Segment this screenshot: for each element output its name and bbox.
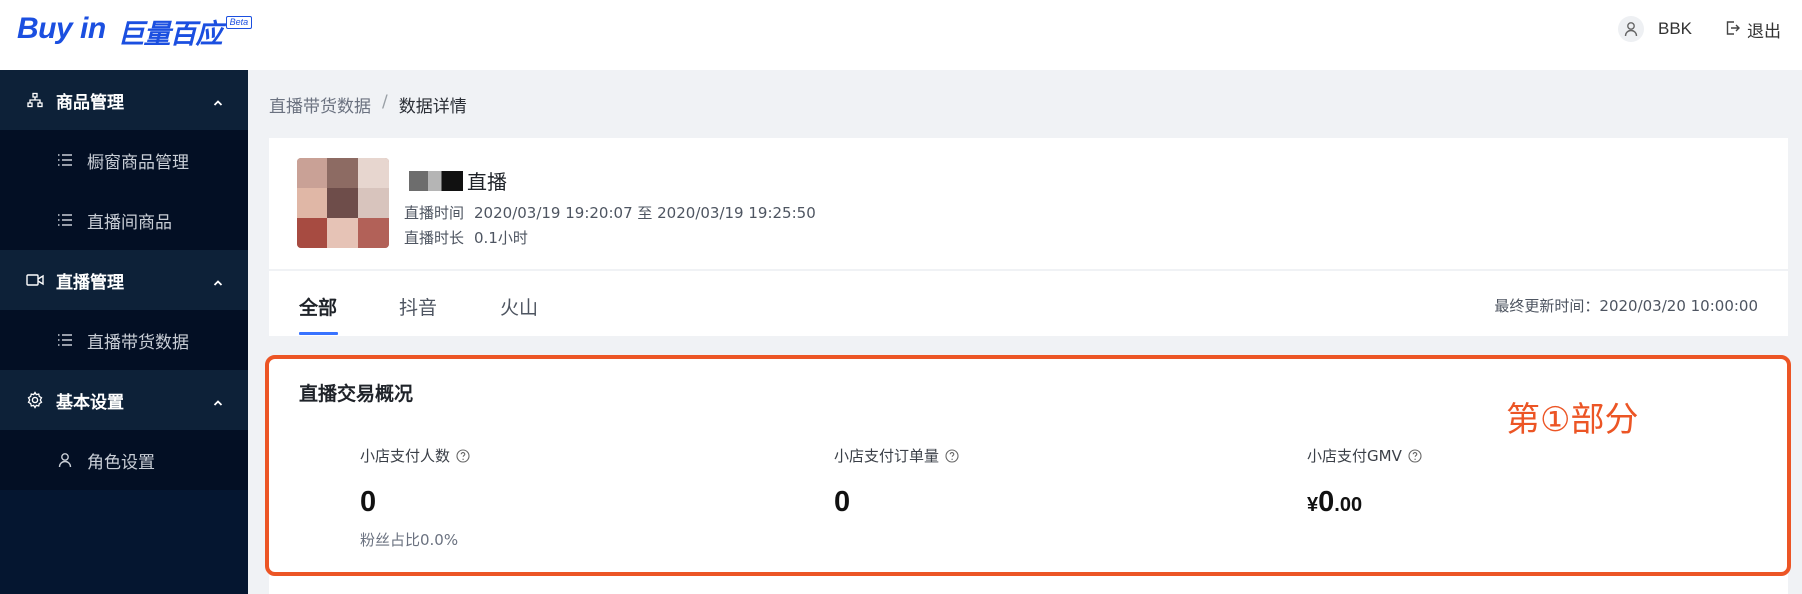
- live-time-row: 直播时间 2020/03/19 19:20:07 至 2020/03/19 19…: [404, 202, 816, 223]
- sidebar-item-live-products[interactable]: 直播间商品: [0, 190, 248, 250]
- brand-name-cn: 巨量百应: [117, 19, 223, 50]
- sidebar-item-role-settings[interactable]: 角色设置: [0, 430, 248, 490]
- sidebar: 商品管理 橱窗商品管理 直播间商品 直播管理 直播带货数据 基本设置 角色设置: [0, 70, 248, 594]
- metric-order-count: 小店支付订单量 0: [834, 445, 959, 519]
- live-time-value: 2020/03/19 19:20:07 至 2020/03/19 19:25:5…: [474, 204, 816, 222]
- metric-label-row: 小店支付人数: [360, 445, 470, 466]
- tab-douyin[interactable]: 抖音: [399, 293, 437, 320]
- top-bar: Buy in 巨量百应 Beta BBK 退出: [0, 0, 1802, 70]
- platform-tabs: 全部 抖音 火山 最终更新时间：2020/03/20 10:00:00: [269, 271, 1788, 336]
- metric-label-row: 小店支付GMV: [1307, 445, 1422, 466]
- currency-symbol: ¥: [1307, 494, 1319, 516]
- live-duration-value: 0.1小时: [474, 229, 528, 247]
- menu-group-live[interactable]: 直播管理: [0, 250, 248, 310]
- live-title-row: 直播: [409, 166, 507, 195]
- gmv-decimals: .00: [1334, 494, 1363, 516]
- tab-all[interactable]: 全部: [299, 293, 337, 320]
- help-icon[interactable]: [945, 448, 959, 463]
- sidebar-item-showcase-products[interactable]: 橱窗商品管理: [0, 130, 248, 190]
- metric-gmv: 小店支付GMV ¥0.00: [1307, 445, 1422, 519]
- gear-icon: [26, 391, 44, 409]
- metric-paying-users: 小店支付人数 0 粉丝占比0.0%: [360, 445, 470, 550]
- user-menu[interactable]: BBK: [1618, 16, 1692, 42]
- menu-group-label: 直播管理: [56, 272, 124, 293]
- sidebar-item-label: 角色设置: [87, 452, 155, 473]
- metric-label: 小店支付人数: [360, 447, 451, 465]
- metric-label: 小店支付GMV: [1307, 447, 1402, 465]
- menu-group-label: 商品管理: [56, 92, 124, 113]
- logout-label: 退出: [1747, 21, 1781, 42]
- username: BBK: [1658, 19, 1693, 38]
- help-icon[interactable]: [456, 448, 470, 463]
- breadcrumb-parent-link[interactable]: 直播带货数据: [269, 92, 371, 117]
- list-icon: [57, 212, 73, 228]
- chevron-up-icon: [212, 394, 224, 406]
- sitemap-icon: [26, 91, 44, 109]
- beta-badge: Beta: [225, 16, 253, 29]
- sidebar-item-label: 橱窗商品管理: [87, 152, 189, 173]
- metric-value: 0: [360, 486, 377, 518]
- video-icon: [26, 271, 44, 289]
- breadcrumb-current: 数据详情: [398, 97, 467, 117]
- fans-ratio: 粉丝占比0.0%: [360, 531, 459, 549]
- live-duration-label: 直播时长: [404, 229, 465, 247]
- menu-group-product[interactable]: 商品管理: [0, 70, 248, 130]
- user-icon: [57, 452, 73, 468]
- chevron-up-icon: [212, 274, 224, 286]
- live-duration-row: 直播时长 0.1小时: [404, 227, 528, 248]
- breadcrumb-separator: /: [382, 92, 388, 112]
- metric-label-row: 小店支付订单量: [834, 445, 959, 466]
- list-icon: [57, 152, 73, 168]
- live-info-card: 直播 直播时间 2020/03/19 19:20:07 至 2020/03/19…: [269, 138, 1788, 269]
- section-title: 直播交易概况: [299, 383, 414, 405]
- metric-label: 小店支付订单量: [834, 447, 940, 465]
- sidebar-item-label: 直播带货数据: [87, 332, 189, 353]
- gmv-integer: 0: [1318, 486, 1335, 518]
- live-time-label: 直播时间: [404, 204, 465, 222]
- chevron-up-icon: [212, 94, 224, 106]
- breadcrumb: 直播带货数据 / 数据详情: [269, 92, 467, 117]
- brand-name-en: Buy in: [17, 12, 106, 45]
- active-tab-indicator: [299, 332, 338, 335]
- tab-huoshan[interactable]: 火山: [500, 293, 538, 320]
- help-icon[interactable]: [1408, 448, 1422, 463]
- live-cover-image: [297, 158, 389, 248]
- metric-value: ¥0.00: [1307, 486, 1422, 519]
- annotation-label: 第①部分: [1506, 400, 1639, 440]
- user-icon: [1618, 16, 1644, 42]
- sidebar-item-label: 直播间商品: [87, 212, 172, 233]
- menu-group-settings[interactable]: 基本设置: [0, 370, 248, 430]
- sidebar-item-live-sales-data[interactable]: 直播带货数据: [0, 310, 248, 370]
- live-title: 直播: [467, 170, 507, 194]
- last-update-time: 最终更新时间：2020/03/20 10:00:00: [1494, 297, 1758, 315]
- list-icon: [57, 332, 73, 348]
- metric-value: 0: [834, 486, 851, 518]
- logout-button[interactable]: 退出: [1726, 16, 1781, 42]
- brand-logo[interactable]: Buy in 巨量百应 Beta: [17, 12, 253, 51]
- redacted-name: [409, 170, 463, 191]
- logout-icon: [1726, 20, 1740, 39]
- menu-group-label: 基本设置: [56, 392, 124, 413]
